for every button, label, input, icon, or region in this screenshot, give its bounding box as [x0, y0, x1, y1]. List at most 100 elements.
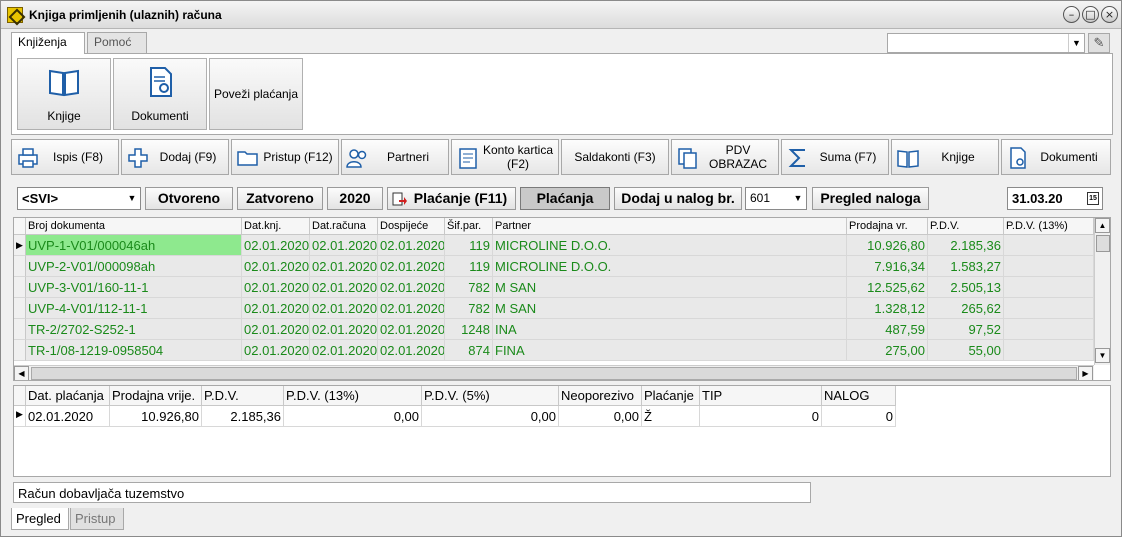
table-row[interactable]: TR-2/2702-S252-1 02.01.2020 02.01.2020 02.0…: [14, 319, 1094, 340]
table-cell[interactable]: Ž: [642, 406, 700, 427]
column-header[interactable]: Prodajna vr.: [847, 218, 928, 235]
suma-button[interactable]: Suma (F7): [781, 139, 889, 175]
table-cell[interactable]: 1248: [445, 319, 493, 340]
document-type-select[interactable]: <SVI> ▼: [17, 187, 141, 210]
pdv-obrazac-button[interactable]: PDV OBRAZAC: [671, 139, 779, 175]
table-row[interactable]: UVP-4-V01/112-11-1 02.01.2020 02.01.2020 02…: [14, 298, 1094, 319]
scroll-right-icon[interactable]: ▶: [1078, 366, 1093, 380]
pin-icon[interactable]: ✎: [1088, 33, 1110, 53]
column-header[interactable]: P.D.V. (5%): [422, 386, 559, 406]
table-cell[interactable]: 487,59: [847, 319, 928, 340]
saldakonti-button[interactable]: Saldakonti (F3): [561, 139, 669, 175]
row-indicator[interactable]: [14, 340, 26, 361]
column-header[interactable]: P.D.V.: [928, 218, 1004, 235]
horizontal-scrollbar[interactable]: ◀ ▶: [14, 365, 1094, 380]
chevron-down-icon[interactable]: ▼: [790, 188, 806, 209]
quick-select[interactable]: ▼: [887, 33, 1085, 53]
ispis-button[interactable]: Ispis (F8): [11, 139, 119, 175]
scroll-thumb[interactable]: [1096, 235, 1110, 252]
column-header[interactable]: Plaćanje: [642, 386, 700, 406]
table-cell[interactable]: 0,00: [284, 406, 422, 427]
table-cell[interactable]: 02.01.2020: [378, 256, 445, 277]
table-cell[interactable]: 02.01.2020: [310, 277, 378, 298]
table-cell[interactable]: 2.185,36: [202, 406, 284, 427]
table-cell[interactable]: 12.525,62: [847, 277, 928, 298]
table-cell[interactable]: 10.926,80: [110, 406, 202, 427]
table-cell[interactable]: 02.01.2020: [26, 406, 110, 427]
tab-knjizenja[interactable]: Knjiženja: [11, 32, 85, 54]
table-cell[interactable]: 02.01.2020: [310, 235, 378, 256]
vertical-scrollbar[interactable]: ▲ ▼: [1094, 218, 1110, 365]
pristup-button[interactable]: Pristup (F12): [231, 139, 339, 175]
table-cell[interactable]: M SAN: [493, 277, 847, 298]
table-cell[interactable]: [1004, 319, 1094, 340]
column-header[interactable]: Dospijeće: [378, 218, 445, 235]
partneri-button[interactable]: Partneri: [341, 139, 449, 175]
placanje-f11-button[interactable]: Plaćanje (F11): [387, 187, 516, 210]
table-cell[interactable]: 02.01.2020: [242, 340, 310, 361]
table-cell[interactable]: UVP-4-V01/112-11-1: [26, 298, 242, 319]
column-header[interactable]: Neoporezivo: [559, 386, 642, 406]
table-cell[interactable]: 1.328,12: [847, 298, 928, 319]
table-cell[interactable]: 02.01.2020: [378, 298, 445, 319]
column-header[interactable]: Prodajna vrije.: [110, 386, 202, 406]
table-cell[interactable]: TR-2/2702-S252-1: [26, 319, 242, 340]
table-cell[interactable]: 782: [445, 298, 493, 319]
hscroll-thumb[interactable]: [31, 367, 1077, 380]
table-cell[interactable]: M SAN: [493, 298, 847, 319]
table-cell[interactable]: MICROLINE D.O.O.: [493, 235, 847, 256]
scroll-up-icon[interactable]: ▲: [1095, 218, 1110, 233]
dodaj-button[interactable]: Dodaj (F9): [121, 139, 229, 175]
table-cell[interactable]: 7.916,34: [847, 256, 928, 277]
table-cell[interactable]: [1004, 277, 1094, 298]
dokumenti-button[interactable]: Dokumenti: [1001, 139, 1111, 175]
table-cell[interactable]: 2.185,36: [928, 235, 1004, 256]
dokumenti-ribbon-button[interactable]: Dokumenti: [113, 58, 207, 130]
table-cell[interactable]: 97,52: [928, 319, 1004, 340]
table-row[interactable]: ▶ UVP-1-V01/000046ah 02.01.2020 02.01.2020 0…: [14, 235, 1094, 256]
chevron-down-icon[interactable]: ▼: [1068, 34, 1084, 52]
table-cell[interactable]: 02.01.2020: [242, 319, 310, 340]
table-cell[interactable]: 0: [822, 406, 896, 427]
row-indicator[interactable]: [14, 298, 26, 319]
scroll-left-icon[interactable]: ◀: [14, 366, 29, 380]
table-cell[interactable]: 265,62: [928, 298, 1004, 319]
nalog-number-select[interactable]: 601 ▼: [745, 187, 807, 210]
table-cell[interactable]: 10.926,80: [847, 235, 928, 256]
column-header[interactable]: Šif.par.: [445, 218, 493, 235]
table-cell[interactable]: 119: [445, 235, 493, 256]
table-cell[interactable]: 02.01.2020: [378, 319, 445, 340]
table-cell[interactable]: 0,00: [559, 406, 642, 427]
close-icon[interactable]: ×: [1101, 6, 1118, 23]
column-header[interactable]: P.D.V.: [202, 386, 284, 406]
table-cell[interactable]: UVP-3-V01/160-11-1: [26, 277, 242, 298]
row-indicator[interactable]: [14, 319, 26, 340]
table-cell[interactable]: 02.01.2020: [378, 340, 445, 361]
row-indicator[interactable]: [14, 256, 26, 277]
tab-pristup[interactable]: Pristup: [70, 508, 124, 530]
table-cell[interactable]: TR-1/08-1219-0958504: [26, 340, 242, 361]
knjige-ribbon-button[interactable]: Knjige: [17, 58, 111, 130]
row-indicator[interactable]: ▶: [14, 235, 26, 256]
table-cell[interactable]: [1004, 256, 1094, 277]
table-row[interactable]: UVP-3-V01/160-11-1 02.01.2020 02.01.2020 02…: [14, 277, 1094, 298]
scroll-down-icon[interactable]: ▼: [1095, 348, 1110, 363]
tab-pomoc[interactable]: Pomoć: [87, 32, 147, 53]
knjige-button[interactable]: Knjige: [891, 139, 999, 175]
table-cell[interactable]: 02.01.2020: [310, 340, 378, 361]
table-row[interactable]: UVP-2-V01/000098ah 02.01.2020 02.01.2020 02…: [14, 256, 1094, 277]
table-cell[interactable]: 2.505,13: [928, 277, 1004, 298]
table-cell[interactable]: 275,00: [847, 340, 928, 361]
table-cell[interactable]: [1004, 235, 1094, 256]
table-cell[interactable]: 02.01.2020: [242, 298, 310, 319]
otvoreno-button[interactable]: Otvoreno: [145, 187, 233, 210]
table-cell[interactable]: 02.01.2020: [310, 256, 378, 277]
maximize-icon[interactable]: □: [1082, 6, 1099, 23]
placanja-button[interactable]: Plaćanja: [520, 187, 610, 210]
row-indicator[interactable]: ▶: [14, 406, 26, 427]
povezi-placanja-button[interactable]: Poveži plaćanja: [209, 58, 303, 130]
table-cell[interactable]: 02.01.2020: [310, 319, 378, 340]
chevron-down-icon[interactable]: ▼: [124, 188, 140, 209]
column-header[interactable]: Dat.knj.: [242, 218, 310, 235]
table-cell[interactable]: 1.583,27: [928, 256, 1004, 277]
